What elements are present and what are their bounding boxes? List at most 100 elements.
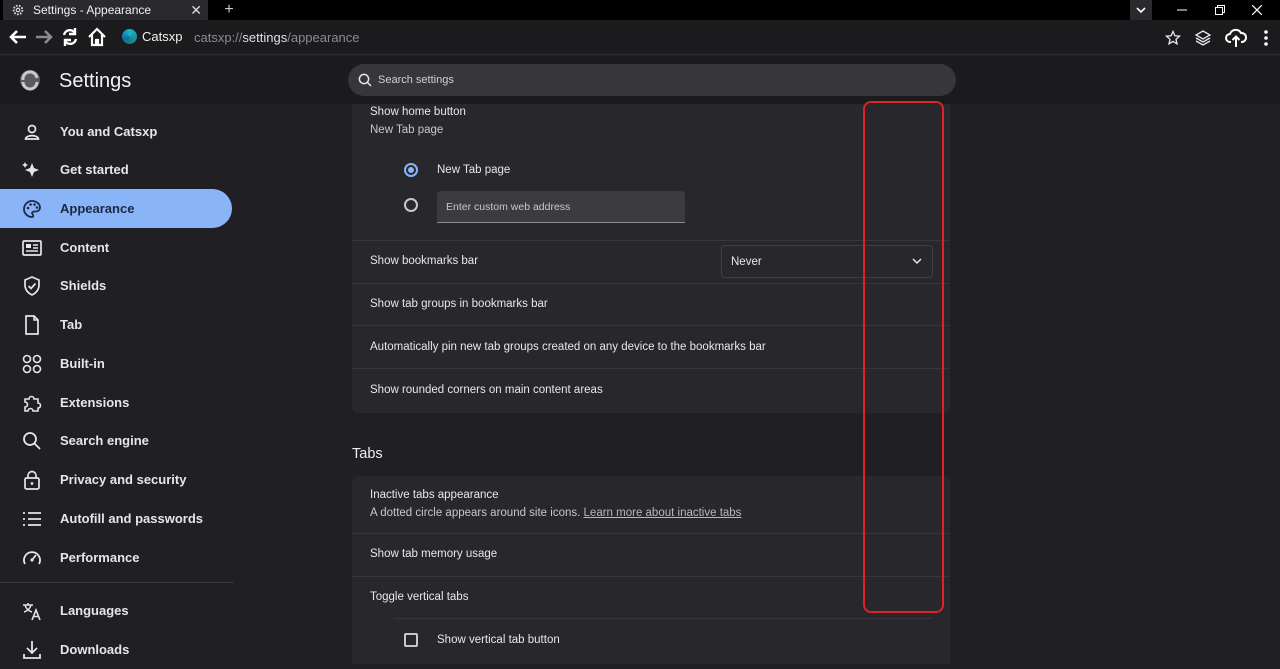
lock-icon (22, 470, 42, 490)
divider (352, 283, 950, 284)
arrow-right-icon (36, 30, 53, 44)
catsxp-settings-logo-icon (20, 70, 40, 91)
bookmark-button[interactable] (1162, 27, 1184, 49)
sidebar-divider (0, 582, 234, 583)
sidebar-item-label: You and Catsxp (60, 124, 158, 139)
sidebar-item-autofill-and-passwords[interactable]: Autofill and passwords (0, 499, 232, 538)
cloud-upload-icon (1225, 28, 1247, 47)
auto-pin-label[interactable]: Automatically pin new tab groups created… (370, 341, 766, 353)
browser-tab[interactable]: Settings - Appearance ✕ (3, 0, 208, 20)
upload-button[interactable] (1225, 27, 1247, 49)
bookmarks-bar-label: Show bookmarks bar (370, 255, 479, 267)
more-vertical-icon (1264, 30, 1268, 46)
divider (352, 533, 950, 534)
rounded-corners-label[interactable]: Show rounded corners on main content are… (370, 384, 603, 396)
vertical-tab-button-checkbox[interactable] (404, 633, 418, 647)
grid-icon (22, 354, 42, 374)
sidebar-item-search-engine[interactable]: Search engine (0, 421, 232, 460)
radio-custom-address[interactable] (404, 198, 418, 212)
tab-groups-bookmarks-label[interactable]: Show tab groups in bookmarks bar (370, 298, 548, 310)
search-bar[interactable] (348, 64, 956, 96)
translate-icon (22, 601, 42, 621)
sidebar-item-performance[interactable]: Performance (0, 538, 232, 577)
sidebar-item-label: Downloads (60, 642, 130, 657)
learn-more-inactive-tabs-link[interactable]: Learn more about inactive tabs (584, 507, 742, 519)
close-icon (1252, 5, 1262, 15)
sparkle-icon (22, 160, 42, 180)
home-button-label: Show home button (370, 106, 466, 118)
tab-title: Settings - Appearance (33, 3, 152, 17)
download-icon (22, 640, 42, 660)
forward-button[interactable] (32, 26, 56, 48)
chevron-down-icon (1136, 7, 1146, 14)
search-input[interactable] (378, 74, 878, 86)
site-identity[interactable]: Catsxp (122, 29, 182, 44)
highlight-box (863, 101, 944, 613)
sidebar-item-label: Privacy and security (60, 472, 187, 487)
inactive-tabs-label: Inactive tabs appearance (370, 489, 499, 501)
shield-icon (22, 275, 42, 296)
sidebar-item-shields[interactable]: Shields (0, 266, 232, 305)
tab-memory-usage-label[interactable]: Show tab memory usage (370, 548, 497, 560)
sidebar-item-you-and-catsxp[interactable]: You and Catsxp (0, 112, 232, 151)
title-bar: Settings - Appearance ✕ + (0, 0, 1280, 20)
sidebar-item-label: Extensions (60, 395, 130, 410)
search-icon (22, 431, 42, 451)
tab-close-button[interactable]: ✕ (190, 2, 202, 19)
sidebar-item-built-in[interactable]: Built-in (0, 344, 232, 383)
puzzle-icon (22, 393, 42, 413)
vertical-tab-button-label: Show vertical tab button (437, 634, 560, 646)
divider (352, 576, 950, 577)
sidebar-item-label: Shields (60, 278, 107, 293)
radio-new-tab-page[interactable] (404, 163, 418, 177)
sidebar-item-label: Get started (60, 162, 129, 177)
new-tab-button[interactable]: + (220, 0, 238, 20)
inactive-tabs-sub: A dotted circle appears around site icon… (370, 507, 581, 519)
tab-search-button[interactable] (1130, 0, 1152, 20)
bookmarks-bar-value: Never (731, 255, 762, 268)
tabs-card: Inactive tabs appearance A dotted circle… (352, 476, 950, 664)
sidebar-item-content[interactable]: Content (0, 228, 232, 267)
close-window-button[interactable] (1240, 0, 1274, 20)
minimize-icon (1177, 9, 1187, 11)
menu-button[interactable] (1255, 27, 1277, 49)
page-title: Settings (59, 70, 132, 92)
sidebar-item-privacy-and-security[interactable]: Privacy and security (0, 460, 232, 499)
url-scheme: catsxp:// (194, 30, 243, 45)
address-bar[interactable]: catsxp://settings/appearance (194, 30, 360, 45)
sidebar-item-appearance[interactable]: Appearance (0, 189, 232, 228)
browser-toolbar: Catsxp catsxp://settings/appearance (0, 20, 1280, 55)
divider (394, 618, 932, 619)
sidebar-item-label: Autofill and passwords (60, 511, 204, 526)
star-icon (1165, 30, 1181, 46)
sidebar-item-label: Tab (60, 317, 83, 332)
minimize-button[interactable] (1165, 0, 1199, 20)
layers-icon (1194, 30, 1212, 46)
custom-web-address-input[interactable] (437, 191, 685, 223)
sidebar-item-label: Performance (60, 550, 140, 565)
catsxp-logo-icon (122, 29, 137, 44)
arrow-left-icon (9, 30, 26, 44)
reload-button[interactable] (58, 26, 82, 48)
back-button[interactable] (6, 26, 30, 48)
palette-icon (22, 199, 42, 219)
divider (352, 240, 950, 241)
vertical-tabs-label[interactable]: Toggle vertical tabs (370, 591, 468, 603)
sidebar-item-languages[interactable]: Languages (0, 591, 232, 630)
sidebar-item-downloads[interactable]: Downloads (0, 630, 232, 669)
home-button[interactable] (85, 26, 109, 48)
sidebar-item-label: Languages (60, 603, 129, 618)
layers-button[interactable] (1192, 27, 1214, 49)
sidebar-item-tab[interactable]: Tab (0, 305, 232, 344)
sidebar-item-get-started[interactable]: Get started (0, 150, 232, 189)
sidebar-item-extensions[interactable]: Extensions (0, 383, 232, 422)
restore-button[interactable] (1203, 0, 1237, 20)
reload-icon (62, 28, 78, 46)
person-icon (22, 122, 42, 142)
url-host: settings (242, 30, 288, 45)
radio-new-tab-page-label: New Tab page (437, 164, 511, 176)
inactive-tabs-description: A dotted circle appears around site icon… (370, 507, 741, 519)
sidebar-item-label: Built-in (60, 356, 105, 371)
section-title-tabs: Tabs (352, 446, 383, 462)
brand-name: Catsxp (142, 29, 183, 44)
